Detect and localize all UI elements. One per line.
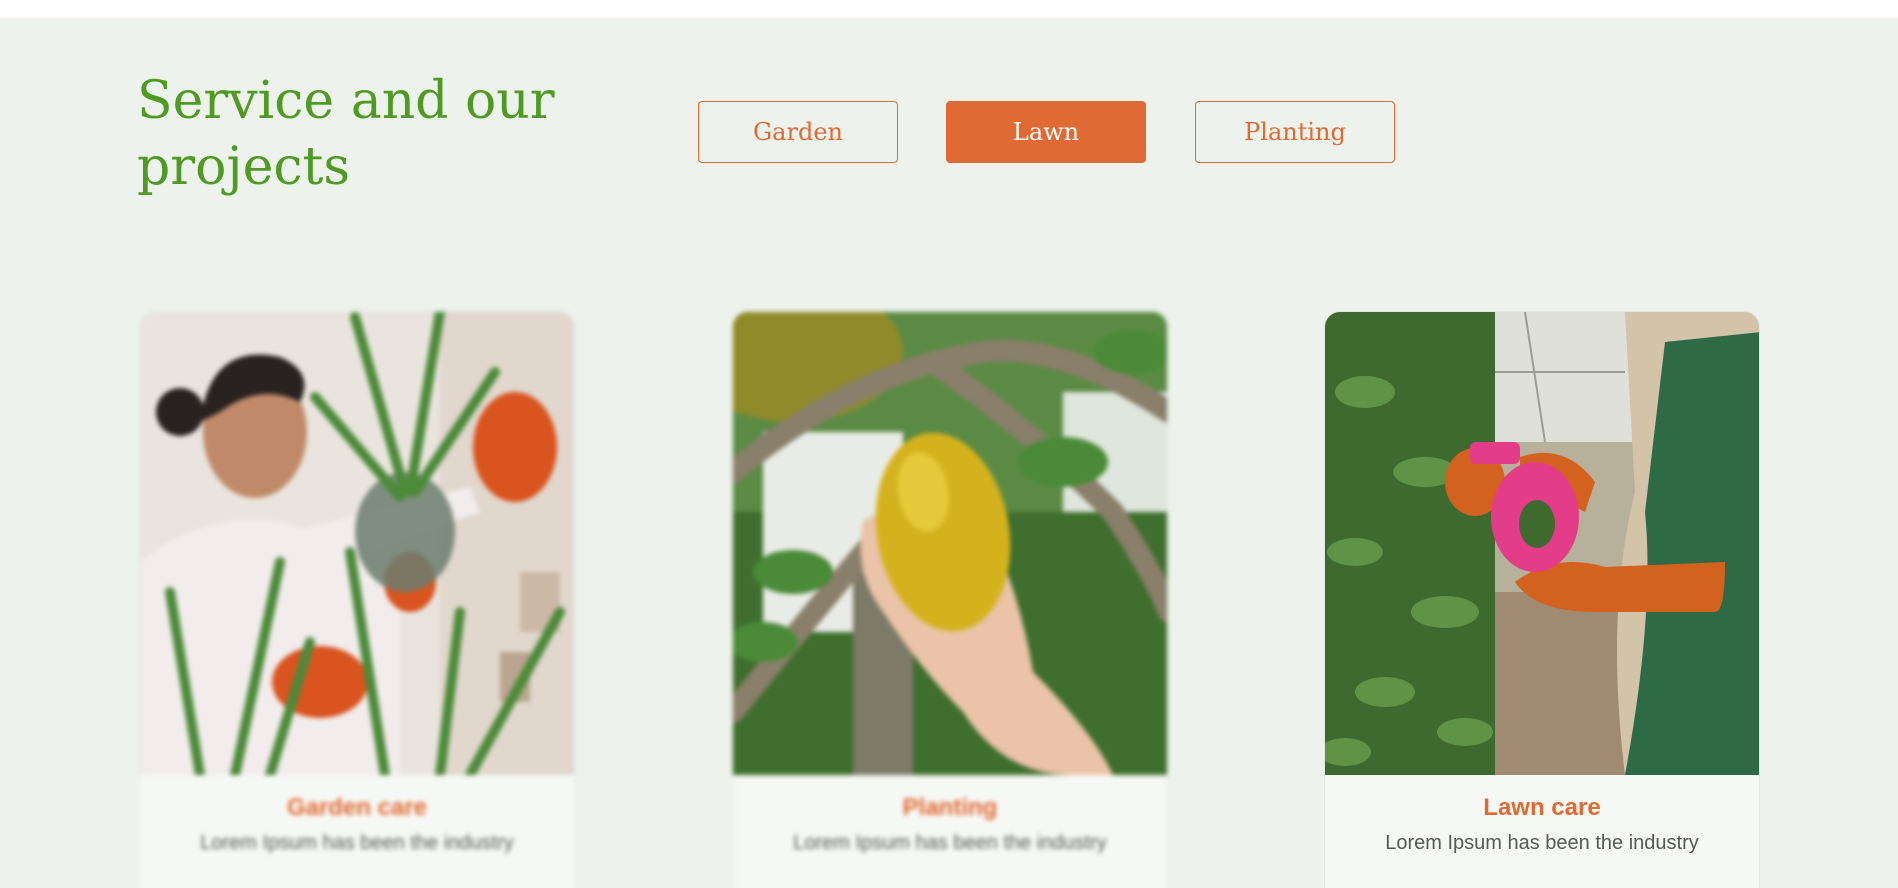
spraying-plants-image (1325, 312, 1759, 775)
section-title: Service and our projects (137, 71, 555, 197)
card-image-lawn-care (1325, 312, 1759, 775)
card-title: Planting (902, 794, 998, 821)
tab-planting[interactable]: Planting (1195, 101, 1395, 163)
card-title: Lawn care (1483, 794, 1601, 821)
card-title: Garden care (286, 794, 428, 821)
card-description: Lorem Ipsum has been the industry (1385, 832, 1699, 854)
card-image-garden-care (140, 312, 574, 775)
service-card-planting[interactable]: Planting Lorem Ipsum has been the indust… (732, 311, 1168, 888)
tab-lawn[interactable]: Lawn (946, 101, 1146, 163)
card-description: Lorem Ipsum has been the industry (200, 832, 514, 854)
service-card-garden-care[interactable]: Garden care Lorem Ipsum has been the ind… (139, 311, 575, 888)
services-section: Service and our projects Garden Lawn Pla… (0, 18, 1898, 888)
lemon-picking-image (733, 312, 1167, 775)
tab-garden[interactable]: Garden (698, 101, 898, 163)
card-image-planting (733, 312, 1167, 775)
service-card-lawn-care[interactable]: Lawn care Lorem Ipsum has been the indus… (1324, 311, 1760, 888)
card-description: Lorem Ipsum has been the industry (793, 832, 1107, 854)
woman-with-plant-image (140, 312, 574, 775)
